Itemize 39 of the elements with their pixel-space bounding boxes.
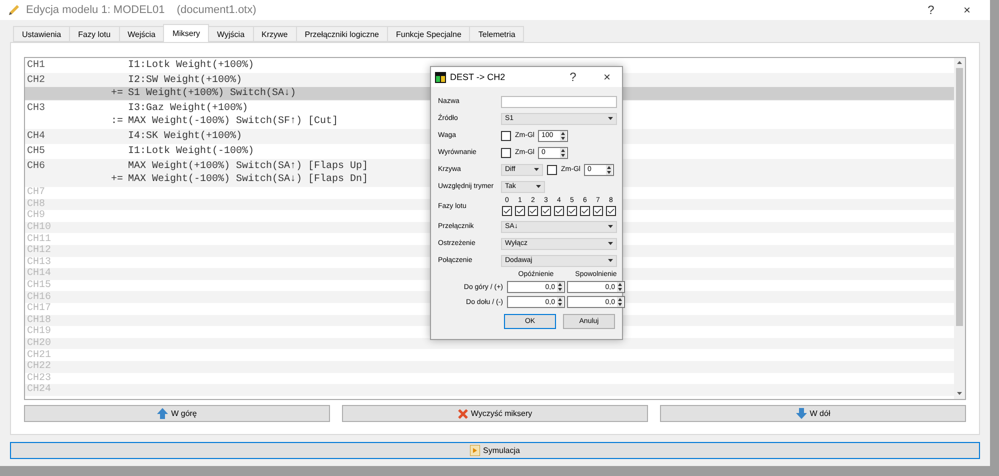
mixer-line: I2:SW Weight(+100%) [128, 75, 242, 86]
mixer-line: MAX Weight(-100%) Switch(SF↑) [Cut] [128, 116, 338, 127]
channel-label: CH20 [26, 338, 52, 350]
channel-label: CH7 [26, 187, 46, 198]
channel-label: CH4 [26, 131, 46, 142]
channel-label: CH13 [26, 256, 52, 268]
mixer-line: MAX Weight(-100%) Switch(SA↓) [Flaps Dn] [128, 174, 368, 185]
mixer-line: I4:SK Weight(+100%) [128, 131, 242, 142]
channel-label: CH12 [26, 245, 52, 256]
mix-operator: := [110, 116, 124, 127]
window-title: Edycja modelu 1: MODEL01 [26, 4, 165, 16]
channel-label: CH15 [26, 280, 52, 292]
mixer-line: MAX Weight(+100%) Switch(SA↑) [Flaps Up] [128, 161, 368, 172]
channel-label: CH22 [26, 361, 52, 372]
channel-label: CH1 [26, 60, 46, 71]
channel-label: CH9 [26, 210, 46, 222]
mixer-line: I1:Lotk Weight(+100%) [128, 60, 254, 71]
channel-label: CH6 [26, 161, 46, 172]
channel-label: CH21 [26, 350, 52, 361]
dialog-title: DEST -> CH2 [450, 72, 506, 82]
channel-label: CH2 [26, 75, 46, 86]
channel-label: CH23 [26, 372, 52, 384]
channel-label: CH3 [26, 103, 46, 114]
mixer-line: I3:Gaz Weight(+100%) [128, 103, 248, 114]
mix-operator: += [110, 174, 124, 185]
channel-label: CH19 [26, 326, 52, 338]
channel-label: CH24 [26, 384, 52, 396]
mixer-line: I1:Lotk Weight(-100%) [128, 146, 254, 157]
channel-label: CH14 [26, 268, 52, 280]
mixer-line: S1 Weight(+100%) Switch(SA↓) [128, 88, 296, 99]
channel-label: CH18 [26, 314, 52, 326]
channel-label: CH16 [26, 292, 52, 303]
mix-operator: += [110, 88, 124, 99]
channel-label: CH5 [26, 146, 46, 157]
channel-label: CH8 [26, 198, 46, 210]
channel-label: CH17 [26, 303, 52, 314]
channel-label: CH10 [26, 222, 52, 234]
document-name: (document1.otx) [176, 4, 256, 16]
channel-label: CH11 [26, 234, 52, 245]
